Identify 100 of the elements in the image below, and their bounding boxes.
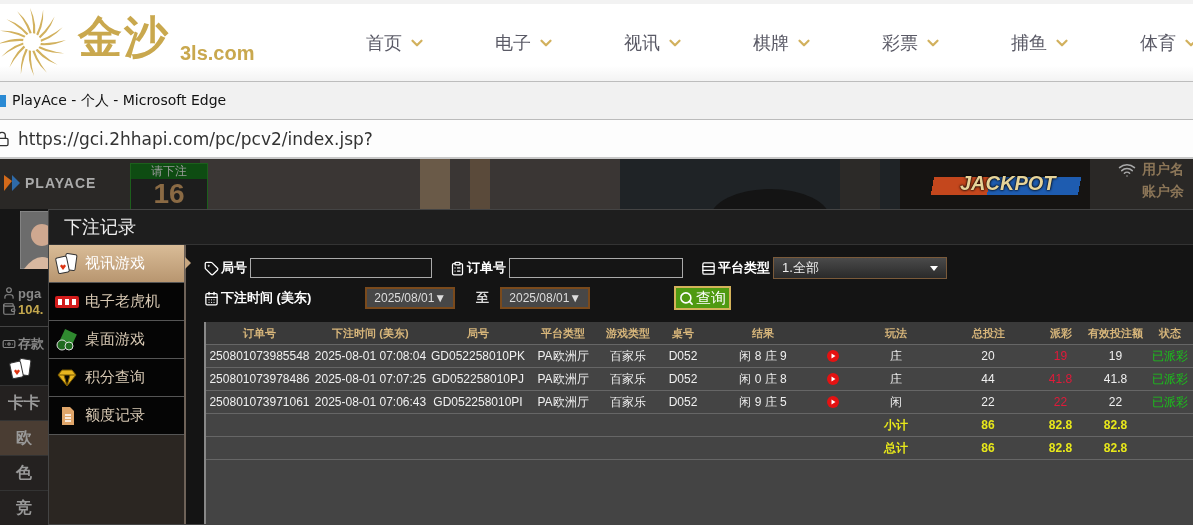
table-cell-text: PA欧洲厅 bbox=[536, 347, 590, 365]
platform-label: 平台类型 bbox=[718, 259, 770, 277]
table-cell-text: GD052258010PJ bbox=[430, 371, 526, 388]
table-cell-text: 闲 bbox=[888, 393, 903, 411]
date-from-select[interactable]: 2025/08/01▼ bbox=[365, 287, 456, 309]
table-cell-text: GD052258010PK bbox=[429, 348, 527, 365]
order-label: 订单号 bbox=[467, 259, 506, 277]
address-field[interactable]: https://gci.2hhapi.com/pc/pcv2/index.jsp? bbox=[18, 128, 373, 149]
table-cell-text: 86 bbox=[980, 440, 996, 457]
column-header[interactable]: 总投注 bbox=[943, 322, 1033, 344]
nav-item[interactable]: 首页 bbox=[366, 30, 495, 55]
user-icon bbox=[2, 286, 16, 301]
nav-item[interactable]: 捕鱼 bbox=[1011, 30, 1140, 55]
table-cell-text: 19 bbox=[1107, 348, 1124, 365]
column-header[interactable]: 桌号 bbox=[658, 322, 708, 344]
table-cell-text: 19 bbox=[1052, 348, 1069, 365]
table-cell-text: 百家乐 bbox=[609, 370, 647, 388]
avatar bbox=[20, 211, 48, 269]
order-input[interactable] bbox=[509, 258, 683, 278]
table-cell-text: 44 bbox=[980, 371, 996, 388]
table-cell-text: 庄 bbox=[888, 370, 903, 388]
column-header[interactable]: 有效投注额 bbox=[1088, 322, 1143, 344]
clipboard-icon bbox=[450, 260, 465, 276]
table-cell-text: 22 bbox=[980, 394, 996, 411]
round-input[interactable] bbox=[250, 258, 432, 278]
table-cell-text: GD052258010PI bbox=[432, 394, 524, 411]
sidebar-item[interactable]: 桌面游戏 bbox=[49, 321, 184, 359]
table-cell-text: 2025-08-01 07:08:04 bbox=[313, 348, 428, 365]
nav-item[interactable]: 体育 bbox=[1140, 30, 1193, 55]
play-icon[interactable] bbox=[827, 396, 839, 408]
table-cell-text: 百家乐 bbox=[609, 393, 647, 411]
table-cell-text: 22 bbox=[1107, 394, 1124, 411]
search-icon bbox=[679, 290, 695, 306]
time-label: 下注时间 (美东) bbox=[221, 289, 312, 307]
column-header[interactable]: 游戏类型 bbox=[598, 322, 658, 344]
table-cell-text: 250801073971061 bbox=[208, 394, 311, 411]
nav-item[interactable]: 电子 bbox=[495, 30, 624, 55]
query-button[interactable]: 查询 bbox=[674, 286, 732, 310]
table-cell-text: 庄 bbox=[888, 347, 903, 365]
nav-item[interactable]: 棋牌 bbox=[753, 30, 882, 55]
selection-arrow-icon bbox=[185, 257, 191, 269]
nav-item[interactable]: 视讯 bbox=[624, 30, 753, 55]
nav-item[interactable]: 彩票 bbox=[882, 30, 1011, 55]
player-name: pga bbox=[18, 285, 42, 301]
logo-domain: 3ls.com bbox=[180, 42, 255, 65]
play-icon[interactable] bbox=[827, 350, 839, 362]
table-cell-text: 86 bbox=[980, 417, 996, 434]
tag-icon bbox=[204, 260, 219, 276]
game-logo: PLAYACE bbox=[25, 175, 97, 191]
table-cell-text: 82.8 bbox=[1102, 440, 1129, 457]
game-menu-item[interactable]: 卡卡 bbox=[0, 385, 48, 421]
table-cell-text: 82.8 bbox=[1102, 417, 1129, 434]
date-to-select[interactable]: 2025/08/01▼ bbox=[500, 287, 591, 309]
column-header[interactable]: 局号 bbox=[428, 322, 528, 344]
sidebar-item[interactable]: 额度记录 bbox=[49, 397, 184, 435]
table-cell-text: 82.8 bbox=[1047, 440, 1074, 457]
wifi-icon bbox=[1118, 161, 1136, 179]
playing-cards-icon bbox=[54, 252, 80, 275]
table-cell-text: D052 bbox=[667, 394, 699, 411]
table-cell-text: 250801073985548 bbox=[208, 348, 311, 365]
countdown: 16 bbox=[153, 179, 185, 209]
table-cell-text: 20 bbox=[980, 348, 996, 365]
dialog-title: 下注记录 bbox=[49, 210, 1193, 245]
info-label: 用户名 bbox=[1142, 161, 1184, 179]
player-balance: 104. bbox=[18, 301, 44, 317]
table-cell-text: 82.8 bbox=[1047, 417, 1074, 434]
info-label: 账户余 bbox=[1142, 183, 1184, 201]
bet-prompt: 请下注 bbox=[131, 164, 207, 179]
logo-text: 金沙 bbox=[78, 10, 170, 64]
table-cell-text: D052 bbox=[667, 371, 699, 388]
column-header[interactable]: 状态 bbox=[1143, 322, 1193, 344]
list-icon bbox=[701, 260, 716, 276]
table-cell-text: 百家乐 bbox=[609, 347, 647, 365]
column-header[interactable]: 派彩 bbox=[1033, 322, 1088, 344]
column-header[interactable]: 下注时间 (美东) bbox=[313, 322, 428, 344]
table-cell-text: 闲 9 庄 5 bbox=[738, 393, 788, 411]
column-header[interactable]: 结果 bbox=[708, 322, 818, 344]
table-cell-text: 小计 bbox=[882, 416, 909, 434]
table-cell-text: 250801073978486 bbox=[208, 371, 311, 388]
sidebar-item[interactable]: 积分查询 bbox=[49, 359, 184, 397]
to-label: 至 bbox=[475, 289, 491, 307]
table-cell-text: PA欧洲厅 bbox=[536, 393, 590, 411]
table-cell-text: 41.8 bbox=[1047, 371, 1074, 388]
column-header[interactable]: 订单号 bbox=[206, 322, 313, 344]
table-cell-text: 2025-08-01 07:06:43 bbox=[313, 394, 428, 411]
table-cell-text: 41.8 bbox=[1102, 371, 1129, 388]
game-menu-item[interactable]: 色 bbox=[0, 455, 48, 491]
deposit-link[interactable]: 存款 bbox=[18, 335, 44, 354]
play-icon[interactable] bbox=[827, 373, 839, 385]
column-header[interactable]: 平台类型 bbox=[528, 322, 598, 344]
table-cell-text: 总计 bbox=[882, 439, 909, 457]
table-cell-text: 闲 8 庄 9 bbox=[738, 347, 788, 365]
platform-select[interactable]: 1.全部 bbox=[773, 257, 947, 279]
playace-logo-icon bbox=[2, 173, 22, 193]
game-menu-item[interactable]: 欧 bbox=[0, 420, 48, 456]
column-header[interactable]: 玩法 bbox=[848, 322, 943, 344]
playing-cards-icon bbox=[8, 358, 34, 381]
table-cell-text: 22 bbox=[1052, 394, 1069, 411]
sidebar-item[interactable]: 电子老虎机 bbox=[49, 283, 184, 321]
game-menu-item[interactable]: 竞 bbox=[0, 490, 48, 525]
